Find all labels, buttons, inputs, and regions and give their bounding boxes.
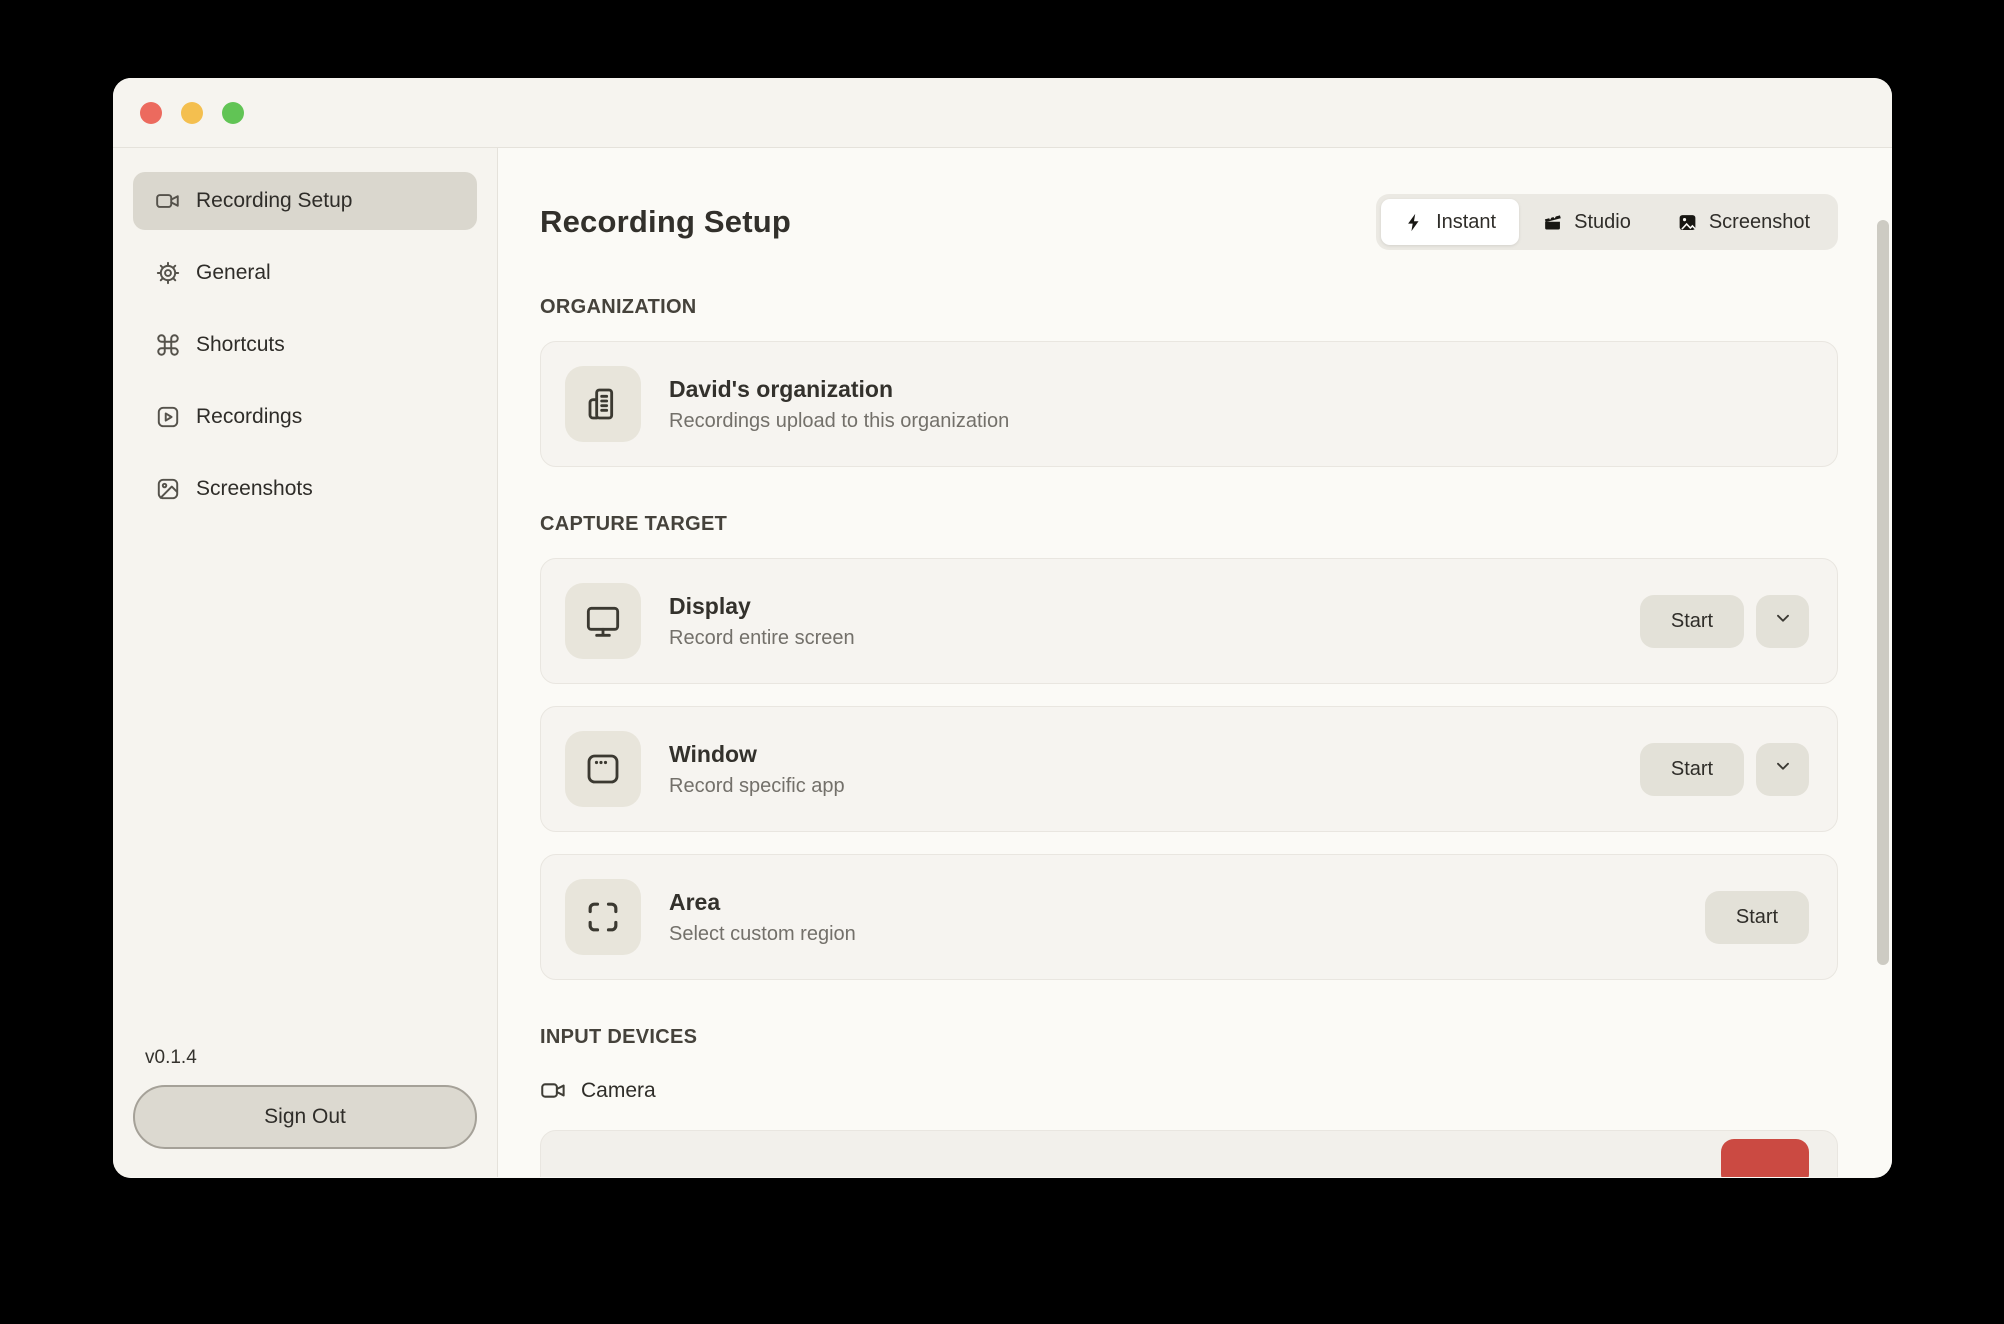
capture-row-text: Window Record specific app	[669, 741, 845, 798]
sidebar-spacer	[133, 532, 477, 1047]
sidebar-item-screenshots[interactable]: Screenshots	[133, 460, 477, 518]
gear-icon	[155, 260, 181, 286]
start-window-button[interactable]: Start	[1640, 743, 1744, 796]
capture-row-text: Area Select custom region	[669, 889, 856, 946]
capture-title: Display	[669, 593, 855, 620]
sidebar-item-recordings[interactable]: Recordings	[133, 388, 477, 446]
start-area-button[interactable]: Start	[1705, 891, 1809, 944]
display-options-button[interactable]	[1756, 595, 1809, 648]
tab-label: Screenshot	[1709, 211, 1810, 234]
start-display-button[interactable]: Start	[1640, 595, 1744, 648]
sidebar-item-label: General	[196, 261, 271, 285]
capture-subtitle: Record entire screen	[669, 627, 855, 650]
camera-selector-card[interactable]	[540, 1130, 1838, 1177]
sidebar-item-label: Screenshots	[196, 477, 313, 501]
camera-off-button[interactable]	[1721, 1139, 1809, 1177]
video-camera-icon	[540, 1077, 567, 1104]
clapperboard-icon	[1542, 212, 1563, 233]
desktop: { "window": { "traffic_lights": { "close…	[0, 0, 2004, 1324]
window-body: Recording Setup General	[113, 148, 1892, 1177]
camera-label: Camera	[581, 1079, 656, 1103]
capture-row-area: Area Select custom region Start	[540, 854, 1838, 980]
minimize-button[interactable]	[181, 102, 203, 124]
app-window: Recording Setup General	[113, 78, 1892, 1178]
organization-card[interactable]: David's organization Recordings upload t…	[540, 341, 1838, 467]
screenshot-icon	[1677, 212, 1698, 233]
main-header: Recording Setup Instant	[540, 194, 1838, 250]
sidebar-item-recording-setup[interactable]: Recording Setup	[133, 172, 477, 230]
sidebar-item-label: Shortcuts	[196, 333, 285, 357]
play-square-icon	[155, 404, 181, 430]
tab-studio[interactable]: Studio	[1519, 199, 1654, 245]
video-camera-icon	[155, 188, 181, 214]
chevron-down-icon	[1773, 608, 1793, 634]
scrollbar-thumb[interactable]	[1877, 220, 1889, 965]
capture-subtitle: Select custom region	[669, 923, 856, 946]
close-button[interactable]	[140, 102, 162, 124]
main-content: Recording Setup Instant	[498, 148, 1892, 1177]
chevron-down-icon	[1773, 756, 1793, 782]
window-options-button[interactable]	[1756, 743, 1809, 796]
organization-subtitle: Recordings upload to this organization	[669, 410, 1009, 433]
section-label-organization: ORGANIZATION	[540, 296, 1838, 319]
sidebar-item-label: Recordings	[196, 405, 302, 429]
capture-actions: Start	[1705, 891, 1809, 944]
sidebar-item-shortcuts[interactable]: Shortcuts	[133, 316, 477, 374]
command-icon	[155, 332, 181, 358]
capture-actions: Start	[1640, 595, 1809, 648]
camera-row: Camera	[540, 1077, 1838, 1104]
capture-row-window: Window Record specific app Start	[540, 706, 1838, 832]
title-bar	[113, 78, 1892, 148]
section-label-input-devices: INPUT DEVICES	[540, 1026, 1838, 1049]
window-icon	[565, 731, 641, 807]
section-label-capture-target: CAPTURE TARGET	[540, 513, 1838, 536]
capture-title: Window	[669, 741, 845, 768]
zoom-button[interactable]	[222, 102, 244, 124]
page-title: Recording Setup	[540, 204, 791, 240]
display-icon	[565, 583, 641, 659]
image-icon	[155, 476, 181, 502]
tab-label: Studio	[1574, 211, 1631, 234]
capture-title: Area	[669, 889, 856, 916]
organization-card-text: David's organization Recordings upload t…	[669, 376, 1009, 433]
tab-instant[interactable]: Instant	[1381, 199, 1519, 245]
tab-label: Instant	[1436, 211, 1496, 234]
building-icon	[565, 366, 641, 442]
sidebar-item-label: Recording Setup	[196, 189, 352, 213]
capture-actions: Start	[1640, 743, 1809, 796]
area-icon	[565, 879, 641, 955]
sidebar-item-general[interactable]: General	[133, 244, 477, 302]
tab-screenshot[interactable]: Screenshot	[1654, 199, 1833, 245]
app-version: v0.1.4	[145, 1047, 477, 1069]
sidebar: Recording Setup General	[113, 148, 498, 1177]
capture-row-text: Display Record entire screen	[669, 593, 855, 650]
organization-name: David's organization	[669, 376, 1009, 403]
mode-segmented-control: Instant Studio	[1376, 194, 1838, 250]
sign-out-button[interactable]: Sign Out	[133, 1085, 477, 1149]
lightning-icon	[1404, 212, 1425, 233]
capture-subtitle: Record specific app	[669, 775, 845, 798]
capture-row-display: Display Record entire screen Start	[540, 558, 1838, 684]
